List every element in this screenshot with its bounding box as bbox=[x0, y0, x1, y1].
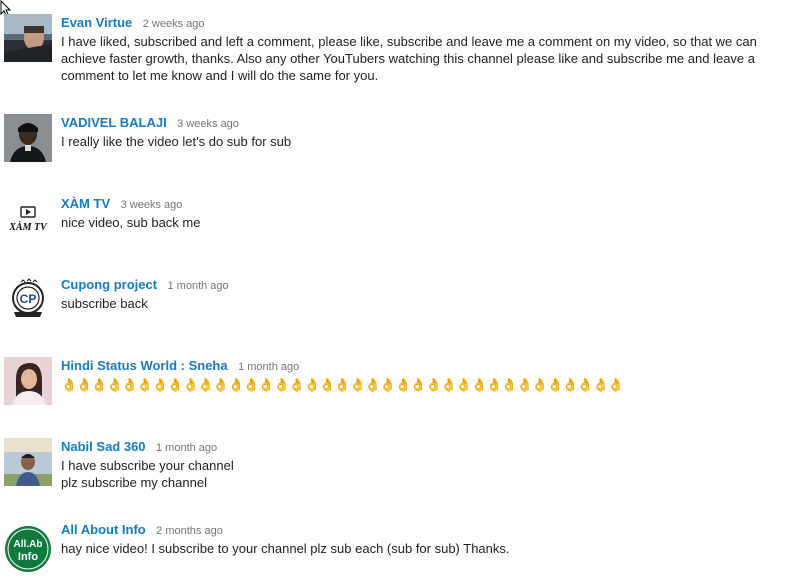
comment-text: I have subscribe your channel plz subscr… bbox=[61, 458, 234, 490]
avatar[interactable] bbox=[4, 438, 52, 486]
comment-text: hay nice video! I subscribe to your chan… bbox=[61, 541, 510, 556]
avatar[interactable]: XÀM TV bbox=[4, 195, 52, 243]
avatar[interactable] bbox=[4, 14, 52, 62]
comment-timestamp[interactable]: 3 weeks ago bbox=[121, 199, 183, 211]
comment-author[interactable]: Evan Virtue bbox=[61, 15, 132, 30]
woman-portrait-photo-icon bbox=[4, 357, 52, 405]
all-about-info-logo-icon: All.Ab Info bbox=[5, 526, 51, 572]
comment-text: 👌👌👌👌👌👌👌👌👌👌👌👌👌👌👌👌👌👌👌👌👌👌👌👌👌👌👌👌👌👌👌👌👌👌👌👌👌 bbox=[61, 377, 624, 392]
xam-tv-logo-icon: XÀM TV bbox=[4, 195, 52, 243]
avatar[interactable] bbox=[4, 114, 52, 162]
comment-text: nice video, sub back me bbox=[61, 215, 201, 230]
svg-text:CP: CP bbox=[20, 292, 37, 306]
comment-author[interactable]: VADIVEL BALAJI bbox=[61, 115, 167, 130]
comment-timestamp[interactable]: 3 weeks ago bbox=[177, 118, 239, 130]
svg-text:XÀM TV: XÀM TV bbox=[8, 221, 48, 233]
comment-timestamp[interactable]: 1 month ago bbox=[238, 361, 299, 373]
comment-text: I really like the video let's do sub for… bbox=[61, 134, 292, 149]
man-portrait-photo-icon bbox=[4, 114, 52, 162]
avatar[interactable]: CP bbox=[4, 276, 52, 324]
cupong-project-badge-logo-icon: CP bbox=[4, 276, 52, 324]
comment-timestamp[interactable]: 1 month ago bbox=[156, 442, 217, 454]
svg-text:All.Ab: All.Ab bbox=[14, 539, 43, 550]
comment-author[interactable]: Cupong project bbox=[61, 277, 157, 292]
avatar[interactable]: All.Ab Info bbox=[4, 525, 52, 573]
comment-timestamp[interactable]: 2 months ago bbox=[156, 525, 223, 537]
comment-timestamp[interactable]: 2 weeks ago bbox=[143, 18, 205, 30]
car-driver-photo-icon bbox=[4, 14, 52, 62]
comment-timestamp[interactable]: 1 month ago bbox=[168, 280, 229, 292]
comment-author[interactable]: Hindi Status World : Sneha bbox=[61, 358, 228, 373]
svg-text:Info: Info bbox=[18, 551, 38, 563]
comment-author[interactable]: XÀM TV bbox=[61, 196, 110, 211]
avatar[interactable] bbox=[4, 357, 52, 405]
comment-text: I have liked, subscribed and left a comm… bbox=[61, 34, 757, 83]
man-outdoor-photo-icon bbox=[4, 438, 52, 486]
comment-text: subscribe back bbox=[61, 296, 148, 311]
comment-author[interactable]: All About Info bbox=[61, 522, 146, 537]
comment-author[interactable]: Nabil Sad 360 bbox=[61, 439, 146, 454]
